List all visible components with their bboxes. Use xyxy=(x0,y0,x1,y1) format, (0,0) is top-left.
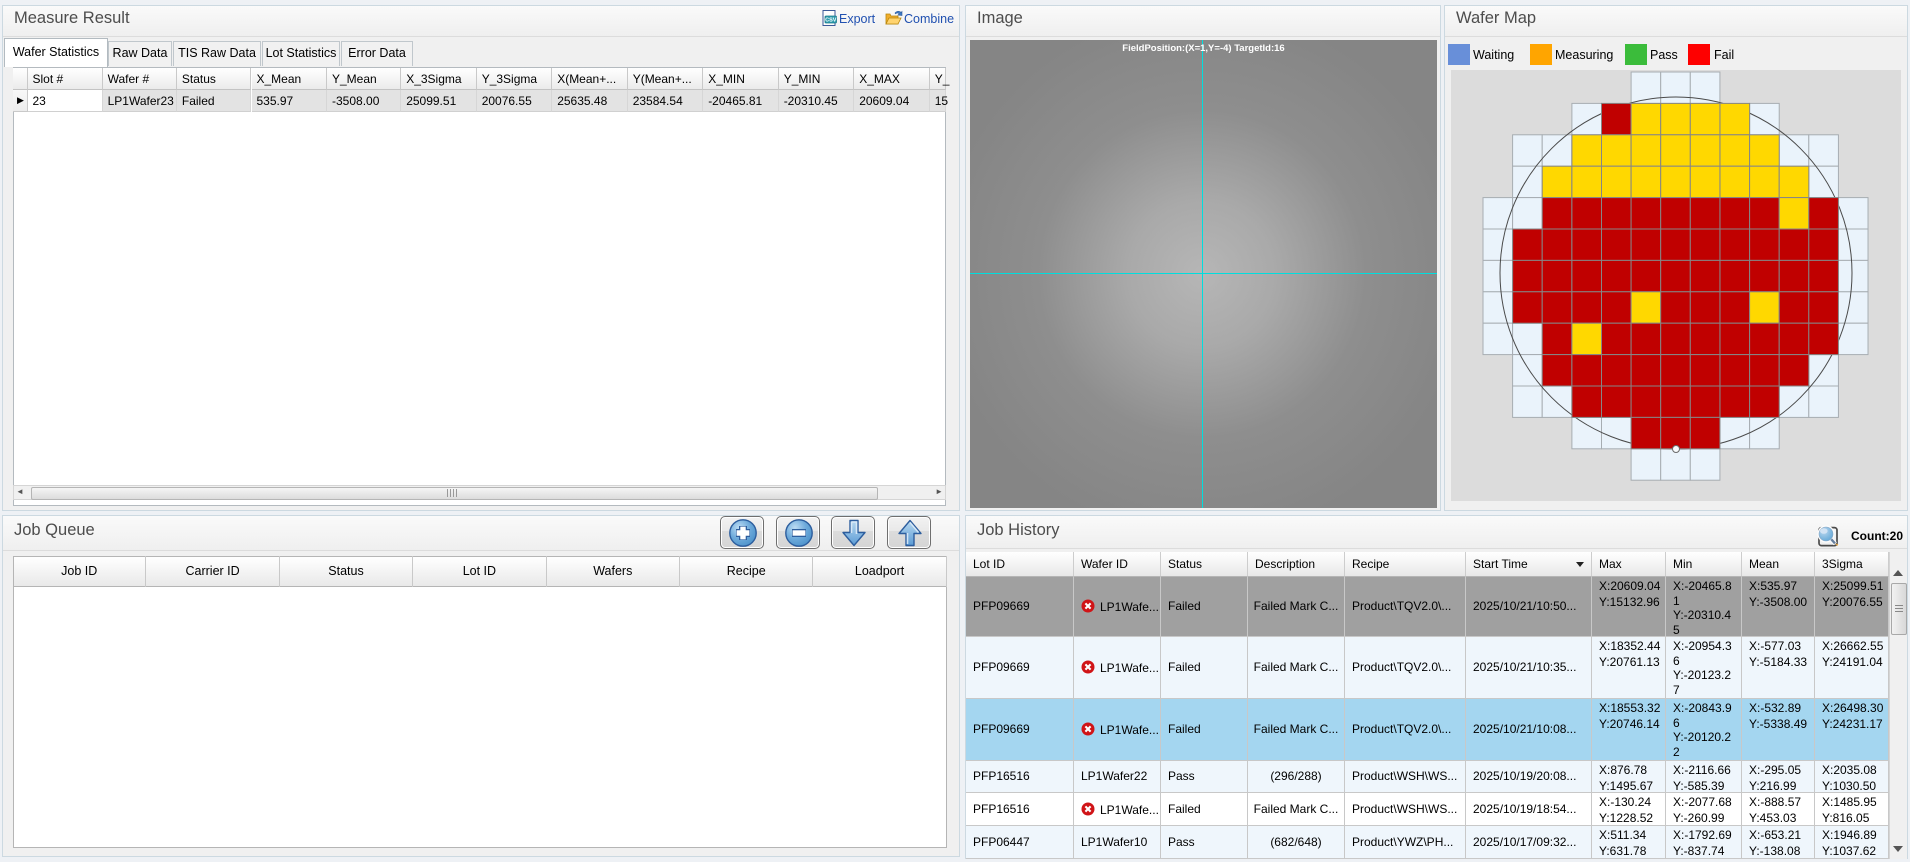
svg-text:CSV: CSV xyxy=(825,18,837,24)
